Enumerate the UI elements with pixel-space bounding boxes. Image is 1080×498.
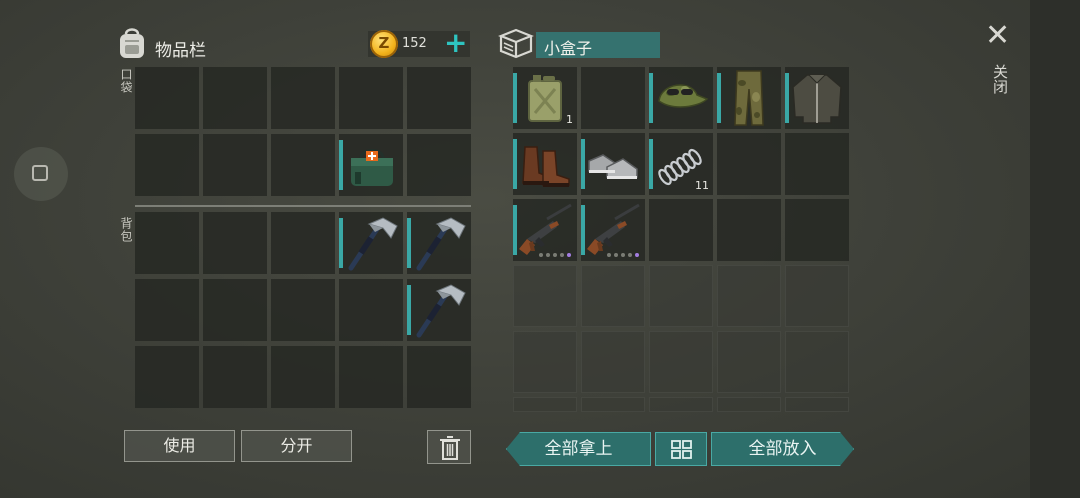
inventory-slot[interactable] <box>135 346 199 408</box>
inventory-slot[interactable] <box>271 346 335 408</box>
inventory-slot[interactable] <box>581 199 645 261</box>
inventory-slot[interactable] <box>581 133 645 195</box>
inventory-slot[interactable] <box>135 67 199 129</box>
inventory-slot[interactable] <box>407 67 471 129</box>
coin-balance: 152 <box>402 36 427 51</box>
inventory-slot[interactable] <box>203 279 267 341</box>
inventory-slot[interactable] <box>271 134 335 196</box>
inventory-slot[interactable]: 11 <box>649 133 713 195</box>
use-button[interactable]: 使用 <box>124 430 235 462</box>
inventory-slot[interactable] <box>339 279 403 341</box>
attachment-dots <box>607 253 639 257</box>
close-label[interactable]: 关闭 <box>990 64 1011 94</box>
close-icon[interactable]: ✕ <box>985 21 1010 51</box>
attachment-dots <box>539 253 571 257</box>
put-all-button[interactable]: 全部放入 <box>711 432 854 466</box>
inventory-slot[interactable] <box>271 67 335 129</box>
inventory-slot[interactable] <box>513 331 577 393</box>
inventory-slot[interactable] <box>649 397 713 412</box>
inventory-slot[interactable] <box>203 212 267 274</box>
inventory-slot[interactable] <box>513 199 577 261</box>
inventory-slot[interactable] <box>513 265 577 327</box>
inventory-slot[interactable] <box>717 199 781 261</box>
trash-icon <box>440 436 460 460</box>
item-count: 1 <box>566 113 573 126</box>
side-menu-button[interactable] <box>14 147 68 201</box>
inventory-slot[interactable] <box>339 134 403 196</box>
item-count: 11 <box>695 179 709 192</box>
inventory-slot[interactable] <box>203 67 267 129</box>
inventory-slot[interactable] <box>339 67 403 129</box>
right-edge-panel <box>1030 0 1080 498</box>
inventory-slot[interactable] <box>581 265 645 327</box>
inventory-slot[interactable] <box>407 279 471 341</box>
take-all-button[interactable]: 全部拿上 <box>506 432 651 466</box>
inventory-slot[interactable] <box>649 331 713 393</box>
inventory-slot[interactable] <box>581 397 645 412</box>
add-coins-button[interactable]: + <box>444 28 467 58</box>
inventory-slot[interactable] <box>513 397 577 412</box>
backpack-label: 背包 <box>119 217 133 243</box>
inventory-slot[interactable] <box>649 67 713 129</box>
inventory-slot[interactable] <box>271 212 335 274</box>
section-divider <box>135 205 471 207</box>
sort-button[interactable] <box>655 432 707 466</box>
coin-icon: Z <box>370 30 398 58</box>
inventory-slot[interactable] <box>785 199 849 261</box>
inventory-slot[interactable] <box>785 133 849 195</box>
backpack-icon <box>116 26 148 60</box>
inventory-slot[interactable] <box>203 134 267 196</box>
box-icon <box>498 27 534 59</box>
inventory-slot[interactable] <box>717 67 781 129</box>
container-name: 小盒子 <box>544 39 593 58</box>
inventory-slot[interactable] <box>649 265 713 327</box>
container-name-field[interactable]: 小盒子 <box>536 32 660 58</box>
inventory-slot[interactable] <box>785 265 849 327</box>
inventory-slot[interactable] <box>339 346 403 408</box>
inventory-slot[interactable] <box>203 346 267 408</box>
trash-button[interactable] <box>427 430 471 464</box>
inventory-slot[interactable] <box>407 346 471 408</box>
inventory-slot[interactable] <box>785 67 849 129</box>
inventory-slot[interactable]: 1 <box>513 67 577 129</box>
inventory-slot[interactable] <box>717 397 781 412</box>
inventory-slot[interactable] <box>513 133 577 195</box>
inventory-slot[interactable] <box>271 279 335 341</box>
inventory-slot[interactable] <box>581 331 645 393</box>
pockets-label: 口袋 <box>119 68 133 94</box>
inventory-slot[interactable] <box>717 265 781 327</box>
inventory-title: 物品栏 <box>155 41 206 61</box>
inventory-slot[interactable] <box>581 67 645 129</box>
inventory-slot[interactable] <box>785 331 849 393</box>
inventory-slot[interactable] <box>135 212 199 274</box>
inventory-slot[interactable] <box>135 134 199 196</box>
split-button[interactable]: 分开 <box>241 430 352 462</box>
inventory-slot[interactable] <box>407 212 471 274</box>
inventory-slot[interactable] <box>717 133 781 195</box>
inventory-slot[interactable] <box>785 397 849 412</box>
inventory-slot[interactable] <box>339 212 403 274</box>
grid-icon <box>671 440 692 459</box>
inventory-slot[interactable] <box>407 134 471 196</box>
square-icon <box>32 165 48 181</box>
inventory-slot[interactable] <box>649 199 713 261</box>
inventory-slot[interactable] <box>717 331 781 393</box>
inventory-slot[interactable] <box>135 279 199 341</box>
